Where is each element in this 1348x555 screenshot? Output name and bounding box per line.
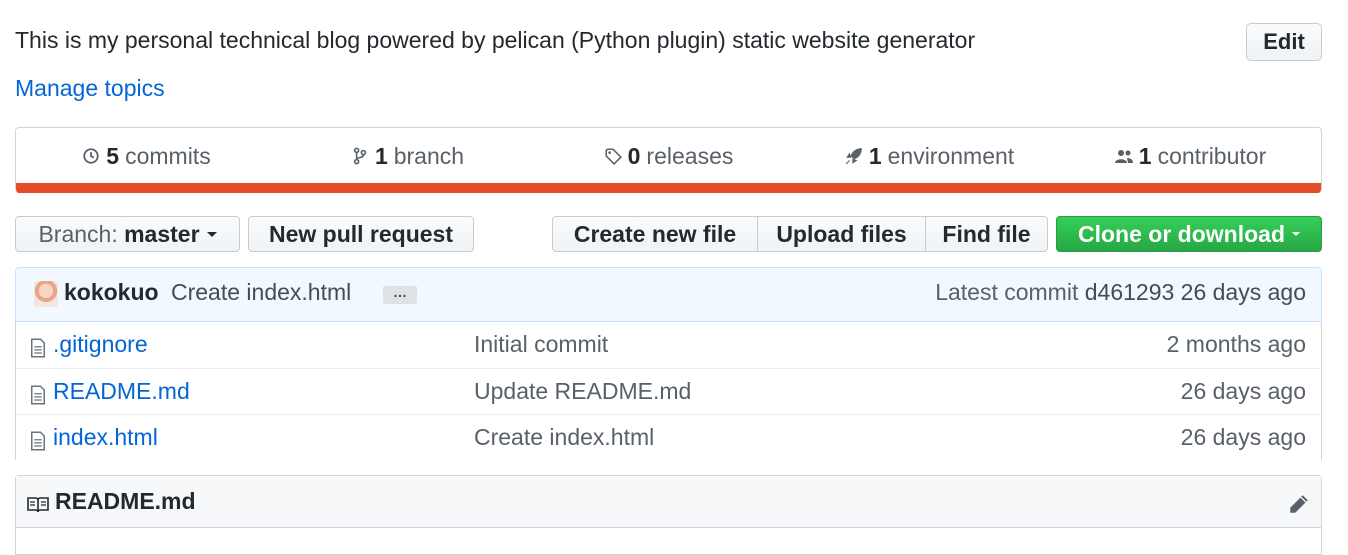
pencil-icon[interactable]: [1289, 494, 1309, 514]
people-icon: [1114, 150, 1133, 163]
history-icon: [83, 148, 99, 164]
edit-description-button[interactable]: Edit: [1246, 23, 1322, 61]
expand-commit-message-button[interactable]: …: [383, 285, 417, 304]
file-list: .gitignore Initial commit 2 months ago R…: [15, 322, 1322, 460]
commit-message-link[interactable]: Create index.html: [171, 279, 351, 306]
file-row: README.md Update README.md 26 days ago: [16, 368, 1321, 414]
file-commit-message-link[interactable]: Initial commit: [474, 331, 608, 358]
releases-count: 0: [627, 142, 641, 169]
new-pull-request-button[interactable]: New pull request: [248, 216, 474, 252]
environments-count-link[interactable]: 1 environment: [799, 143, 1060, 170]
latest-commit-bar: kokokuo Create index.html … Latest commi…: [15, 267, 1322, 322]
latest-commit-label: Latest commit: [935, 279, 1079, 305]
contributors-label: contributor: [1157, 142, 1267, 169]
contributors-count: 1: [1138, 142, 1152, 169]
commits-label: commits: [125, 142, 211, 169]
readme-header: README.md: [16, 476, 1321, 528]
file-icon: [31, 431, 45, 451]
latest-commit-info: Latest commit d461293 26 days ago: [935, 279, 1306, 306]
repo-description: This is my personal technical blog power…: [15, 27, 976, 53]
commit-age: 26 days ago: [1180, 279, 1306, 305]
upload-files-button[interactable]: Upload files: [757, 216, 926, 252]
file-age: 2 months ago: [1166, 331, 1306, 357]
caret-down-icon: [1292, 232, 1300, 236]
file-name-link[interactable]: .gitignore: [53, 331, 148, 358]
file-commit-message-link[interactable]: Create index.html: [474, 424, 654, 451]
file-commit-message-link[interactable]: Update README.md: [474, 378, 691, 405]
branch-prefix: Branch:: [38, 220, 118, 247]
releases-count-link[interactable]: 0 releases: [538, 143, 799, 170]
branches-count: 1: [374, 142, 388, 169]
tag-icon: [605, 148, 622, 165]
clone-or-download-button[interactable]: Clone or download: [1056, 216, 1322, 252]
book-icon: [27, 497, 49, 513]
find-file-button[interactable]: Find file: [925, 216, 1048, 252]
branch-icon: [353, 147, 367, 165]
manage-topics-link[interactable]: Manage topics: [15, 72, 165, 104]
file-icon: [31, 385, 45, 405]
commits-count-link[interactable]: 5 commits: [16, 143, 277, 170]
create-new-file-button[interactable]: Create new file: [552, 216, 758, 252]
file-row: .gitignore Initial commit 2 months ago: [16, 322, 1321, 368]
clone-label: Clone or download: [1078, 220, 1285, 247]
file-name-link[interactable]: README.md: [53, 378, 190, 405]
file-name-link[interactable]: index.html: [53, 424, 158, 451]
branches-count-link[interactable]: 1 branch: [277, 143, 538, 170]
commit-author-link[interactable]: kokokuo: [64, 279, 159, 306]
branch-name: master: [124, 220, 200, 247]
contributors-count-link[interactable]: 1 contributor: [1060, 143, 1321, 170]
readme-title: README.md: [55, 488, 196, 514]
file-age: 26 days ago: [1180, 378, 1306, 404]
language-bar[interactable]: [16, 183, 1321, 193]
environments-count: 1: [868, 142, 882, 169]
commit-sha-link[interactable]: d461293: [1085, 279, 1175, 305]
branches-label: branch: [393, 142, 465, 169]
file-age: 26 days ago: [1180, 424, 1306, 450]
environments-label: environment: [887, 142, 1015, 169]
commits-count: 5: [106, 142, 120, 169]
rocket-icon: [845, 148, 862, 165]
releases-label: releases: [646, 142, 734, 169]
caret-down-icon: [206, 231, 217, 237]
branch-select-button[interactable]: Branch: master: [15, 216, 240, 252]
repo-numbers-summary: 5 commits 1 branch 0 releases 1 environm…: [15, 127, 1322, 193]
readme-panel: README.md: [15, 475, 1322, 555]
file-row: index.html Create index.html 26 days ago: [16, 414, 1321, 460]
file-icon: [31, 338, 45, 358]
avatar[interactable]: [34, 281, 58, 307]
